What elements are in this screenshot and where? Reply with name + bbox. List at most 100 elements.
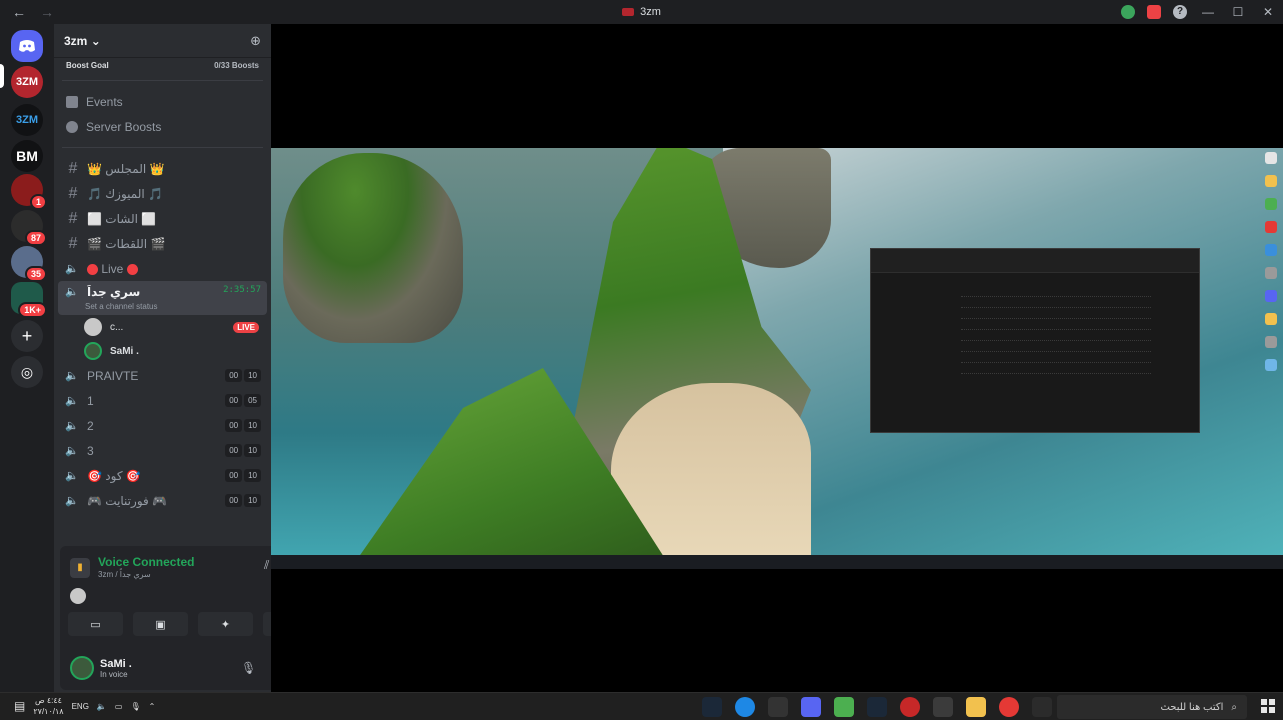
window-title-wrap: 3zm	[0, 6, 1283, 18]
minimize-button[interactable]: —	[1193, 5, 1223, 19]
minecraft-icon[interactable]	[834, 697, 854, 717]
hash-icon: #	[68, 184, 78, 202]
stream-view[interactable]	[271, 24, 1283, 692]
time: ٤:٤٤ ص	[34, 696, 62, 705]
channel-label: Live	[101, 261, 124, 276]
server-icon-6[interactable]: 35	[11, 246, 47, 282]
speaker-icon: 🔈	[65, 286, 79, 298]
avatar[interactable]	[70, 588, 86, 604]
store-icon[interactable]	[933, 697, 953, 717]
speaker-icon: 🔈	[65, 495, 79, 507]
server-icon-4[interactable]: 1	[11, 174, 47, 210]
title-bar: ← → 3zm ? — ☐ ✕	[0, 0, 1283, 24]
taskbar-apps	[702, 697, 1052, 717]
discord-home-icon[interactable]	[11, 30, 43, 62]
forward-button[interactable]: →	[40, 4, 54, 20]
voice-channel-active[interactable]: 🔈 سري جداً 2:35:57 Set a channel status	[58, 281, 267, 315]
voice-channel[interactable]: 🔈 3 00 10	[54, 438, 271, 463]
server-icon-bm[interactable]: BM	[11, 140, 43, 172]
windows-taskbar: ▤ ٤:٤٤ ص ٢٧/١٠/١٨ ENG 🔈 ▭ 🎙 ⌃ اكتب هنا ل…	[0, 692, 1283, 720]
add-server-button[interactable]: +	[11, 320, 43, 352]
system-tray: ▤ ٤:٤٤ ص ٢٧/١٠/١٨ ENG 🔈 ▭ 🎙 ⌃	[14, 695, 155, 717]
user-count: 00	[225, 469, 243, 482]
live-badge[interactable]: LIVE	[233, 321, 259, 333]
channel-status-prompt[interactable]: Set a channel status	[85, 302, 158, 311]
microphone-icon[interactable]: 🎙	[241, 661, 256, 675]
steam-icon-2[interactable]	[867, 697, 887, 717]
text-channel[interactable]: # 🎬 اللقطات 🎬	[54, 231, 271, 256]
server-header[interactable]: 3zm ⌄ ⊕	[54, 24, 271, 58]
close-button[interactable]: ✕	[1253, 5, 1283, 19]
chevron-up-icon[interactable]: ⌃	[149, 702, 156, 711]
notification-icon[interactable]: ▤	[14, 699, 25, 713]
nitro-leaf-icon[interactable]	[1121, 5, 1135, 19]
app-icon-red[interactable]	[900, 697, 920, 717]
server-boosts-link[interactable]: Server Boosts	[54, 114, 271, 139]
volume-icon[interactable]: 🔈	[97, 702, 107, 711]
invite-people-icon[interactable]: ⊕	[250, 33, 261, 49]
text-channel[interactable]: # 🎵 الميوزك 🎵	[54, 181, 271, 206]
search-placeholder: اكتب هنا للبحث	[1160, 701, 1224, 713]
mic-icon[interactable]: 🎙	[130, 702, 140, 711]
activities-button[interactable]: ✦	[198, 612, 253, 636]
user-limit: 05	[244, 394, 261, 407]
voice-member[interactable]: SaMi .	[54, 339, 271, 363]
explore-servers-button[interactable]: ◎	[11, 356, 43, 388]
camera-off-button[interactable]: ▭	[68, 612, 123, 636]
red-circle-icon	[126, 263, 138, 275]
channel-label: 👑 المجلس 👑	[87, 161, 165, 176]
member-name: c...	[110, 321, 124, 333]
network-icon[interactable]: ▭	[115, 702, 123, 711]
boost-gem-icon	[66, 120, 78, 133]
voice-channel[interactable]: 🔈 2 00 10	[54, 413, 271, 438]
task-view-icon[interactable]	[1032, 697, 1052, 717]
help-icon[interactable]: ?	[1173, 5, 1187, 19]
text-channel[interactable]: # ⬜ الشات ⬜	[54, 206, 271, 231]
language-indicator[interactable]: ENG	[72, 702, 89, 711]
screen-share-button[interactable]: ▣	[133, 612, 188, 636]
text-channel[interactable]: # 👑 المجلس 👑	[54, 156, 271, 181]
file-explorer-icon[interactable]	[966, 697, 986, 717]
voice-member[interactable]: c... LIVE	[54, 315, 271, 339]
boost-goal[interactable]: Boost Goal 0/33 Boosts	[54, 58, 271, 72]
signal-icon[interactable]: ▮	[70, 558, 90, 578]
voice-channel[interactable]: 🔈 1 00 05	[54, 388, 271, 413]
maximize-button[interactable]: ☐	[1223, 5, 1253, 19]
clock[interactable]: ٤:٤٤ ص ٢٧/١٠/١٨	[33, 695, 63, 717]
server-folder-icon[interactable]: 1K+	[11, 282, 47, 318]
boost-goal-label: Boost Goal	[66, 60, 109, 70]
voice-channel[interactable]: 🔈 🎮 فورتنايت 🎮 00 10	[54, 488, 271, 513]
server-icon-3zm-2[interactable]: 3ZM	[11, 104, 43, 136]
windows-start-icon[interactable]	[1261, 699, 1275, 713]
avatar[interactable]	[70, 656, 94, 680]
voice-connected-title[interactable]: Voice Connected	[98, 555, 194, 569]
app-icon[interactable]	[768, 697, 788, 717]
server-initials: BM	[16, 148, 38, 164]
server-icon-5[interactable]: 87	[11, 210, 47, 246]
chevron-down-icon: ⌄	[90, 33, 101, 48]
chrome-icon[interactable]	[999, 697, 1019, 717]
voice-channel[interactable]: 🔈 🎯 كود 🎯 00 10	[54, 463, 271, 488]
discord-icon[interactable]	[801, 697, 821, 717]
back-button[interactable]: ←	[12, 4, 26, 20]
voice-connected-subtitle[interactable]: 3zm / سري جداً	[98, 570, 151, 579]
channel-label: سري جداً	[87, 285, 141, 299]
search-box[interactable]: اكتب هنا للبحث ⌕	[1057, 695, 1247, 719]
noise-suppression-icon[interactable]: ⫽	[264, 558, 269, 573]
server-initials: 3ZM	[16, 76, 38, 88]
streamed-file-explorer-window	[870, 248, 1200, 433]
user-limit: 10	[244, 419, 261, 432]
voice-channel[interactable]: 🔈 PRAIVTE 00 10	[54, 363, 271, 388]
speaker-icon: 🔈	[65, 395, 79, 407]
user-count: 00	[225, 494, 243, 507]
channel-label: 1	[87, 393, 94, 408]
voice-channel-live[interactable]: 🔈 Live	[54, 256, 271, 281]
server-icon-3zm[interactable]: 3ZM	[11, 66, 43, 98]
rock-island	[283, 153, 463, 343]
steam-icon[interactable]	[702, 697, 722, 717]
inbox-icon[interactable]	[1147, 5, 1161, 19]
events-link[interactable]: Events	[54, 89, 271, 114]
edge-icon[interactable]	[735, 697, 755, 717]
explorer-toolbar	[871, 249, 1199, 273]
server-rail: 3ZM 3ZM BM 1 87 35 1K+ + ◎	[0, 24, 54, 692]
